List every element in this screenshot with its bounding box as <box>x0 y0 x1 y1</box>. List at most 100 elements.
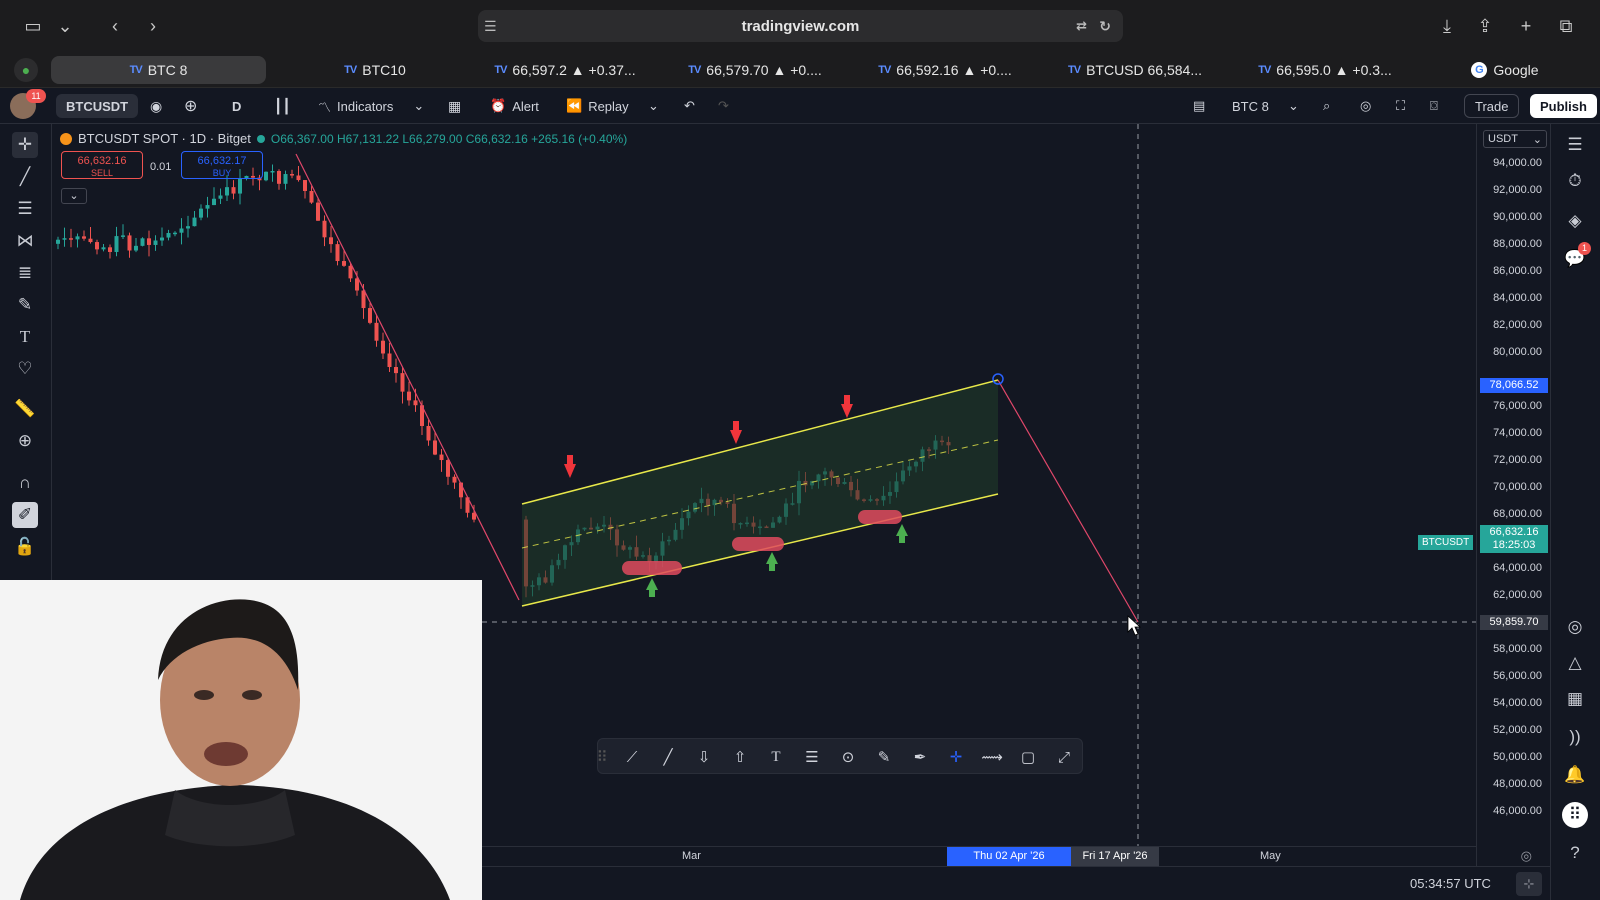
price-tick-label: 58,000.00 <box>1493 643 1542 655</box>
tab-ticker-4[interactable]: TV 66,595.0 ▲ +0.3... <box>1230 56 1420 84</box>
pattern-icon[interactable]: ⋈ <box>12 228 38 254</box>
candle-body <box>238 178 242 194</box>
brush-tool-icon[interactable]: ✎ <box>872 745 896 769</box>
notifications-bell-icon[interactable]: 🔔 <box>1562 762 1588 788</box>
zoom-in-icon[interactable]: ⊕ <box>12 428 38 454</box>
layout-name[interactable]: BTC 8 <box>1232 94 1269 118</box>
download-icon[interactable]: ⤓ <box>1434 13 1460 39</box>
quick-search-icon[interactable]: ⌕ <box>1323 94 1330 118</box>
redo-icon[interactable]: ↷ <box>718 94 729 118</box>
prediction-icon[interactable]: ≣ <box>12 260 38 286</box>
parallel-channel-tool-icon[interactable]: ☰ <box>800 745 824 769</box>
target-icon[interactable]: ◎ <box>1562 614 1588 640</box>
tab-overview-icon[interactable]: ⧉ <box>1553 13 1579 39</box>
apps-grid-icon[interactable]: ⠿ <box>1562 802 1588 828</box>
tab-ticker-1[interactable]: TV 66,597.2 ▲ +0.37... <box>470 56 660 84</box>
price-scale[interactable]: USDT ⌄ 94,000.00 92,000.00 90,000.00 88,000.… <box>1476 124 1550 866</box>
back-icon[interactable]: ‹ <box>102 13 128 39</box>
ellipse-tool-icon[interactable]: ⊙ <box>836 745 860 769</box>
brush-icon[interactable]: ✎ <box>12 292 38 318</box>
trend-line-tool-icon[interactable]: ⟋ <box>620 745 644 769</box>
lock-icon[interactable]: 🔓 <box>12 534 38 560</box>
stream-icon[interactable]: )) <box>1562 724 1588 750</box>
tab-ticker-2[interactable]: TV 66,579.70 ▲ +0.... <box>660 56 850 84</box>
tab-ticker-3[interactable]: TV 66,592.16 ▲ +0.... <box>850 56 1040 84</box>
path-tool-icon[interactable]: ⟿ <box>980 745 1004 769</box>
time-scale[interactable]: Mar Thu 02 Apr '26 Fri 17 Apr '26 May ◎ <box>472 846 1532 866</box>
arrow-down-tool-icon[interactable]: ⇩ <box>692 745 716 769</box>
publish-button[interactable]: Publish <box>1530 94 1597 118</box>
fib-retracement-icon[interactable]: ☰ <box>12 196 38 222</box>
chevron-down-icon[interactable]: ⌄ <box>413 98 424 114</box>
fullscreen-icon[interactable]: ⛶ <box>1396 94 1405 118</box>
sell-button[interactable]: 66,632.16 SELL <box>61 151 143 179</box>
channel-fill <box>522 380 998 606</box>
chevron-down-icon[interactable]: ⌄ <box>648 94 659 118</box>
snapshot-camera-icon[interactable]: ⌼ <box>1430 94 1438 118</box>
forward-icon[interactable]: › <box>140 13 166 39</box>
symbol-price-tag: BTCUSDT <box>1418 535 1474 550</box>
drag-handle-icon[interactable]: ⠿ <box>596 745 608 769</box>
compare-symbol-icon[interactable]: ⊕ <box>184 94 197 118</box>
url-text: tradingview.com <box>741 17 860 35</box>
crosshair-tool-icon[interactable]: ✛ <box>944 745 968 769</box>
page-menu-icon[interactable]: ☰ <box>484 18 497 35</box>
chevron-down-icon[interactable]: ⌄ <box>1288 94 1299 118</box>
magnet-icon[interactable]: ∩ <box>12 470 38 496</box>
tab-btc10[interactable]: TV BTC10 <box>280 56 470 84</box>
measure-tool-icon[interactable]: ⤢ <box>1052 745 1076 769</box>
arrow-up-tool-icon[interactable]: ⇧ <box>728 745 752 769</box>
interval-button[interactable]: D <box>232 94 241 118</box>
watchlist-icon[interactable]: ☰ <box>1562 132 1588 158</box>
market-status-icon <box>256 134 265 143</box>
price-tick-label: 86,000.00 <box>1493 265 1542 277</box>
stay-in-drawing-mode-icon[interactable]: ✐ <box>12 502 38 528</box>
translate-icon[interactable]: ⇄ <box>1076 18 1087 34</box>
calendar-icon[interactable]: ▦ <box>1562 686 1588 712</box>
sidebar-toggle-icon[interactable]: ▭ <box>20 13 46 39</box>
layers-icon[interactable]: ◈ <box>1562 208 1588 234</box>
help-icon[interactable]: ? <box>1562 840 1588 866</box>
reload-icon[interactable]: ↻ <box>1099 18 1111 35</box>
legend-title[interactable]: BTCUSDT SPOT · 1D · Bitget <box>78 131 251 146</box>
replay-button[interactable]: ⏪ Replay <box>566 94 629 118</box>
ideas-icon[interactable]: △ <box>1562 650 1588 676</box>
symbol-search-button[interactable]: BTCUSDT <box>56 94 139 118</box>
text-tool-icon[interactable]: T <box>764 745 788 769</box>
status-bar: 05:34:57 UTC ⊹ <box>472 866 1550 900</box>
ruler-icon[interactable]: 📏 <box>12 396 38 422</box>
address-bar[interactable]: ☰ tradingview.com ⇄ ↻ <box>478 10 1123 42</box>
currency-select[interactable]: USDT ⌄ <box>1483 130 1547 148</box>
utc-clock[interactable]: 05:34:57 UTC <box>1410 876 1491 891</box>
candle-type-icon[interactable]: ┃┃ <box>274 94 291 118</box>
undo-icon[interactable]: ↶ <box>684 94 695 118</box>
templates-icon[interactable]: ▦ <box>448 94 461 118</box>
tab-btcusd[interactable]: TV BTCUSD 66,584... <box>1040 56 1230 84</box>
alert-button[interactable]: ⏰ Alert <box>490 94 539 118</box>
trend-line-icon[interactable]: ╱ <box>12 164 38 190</box>
crosshair-toggle-icon[interactable]: ⊹ <box>1516 872 1542 896</box>
pen-tool-icon[interactable]: ✒ <box>908 745 932 769</box>
crosshair-price-label: 59,859.70 <box>1480 615 1548 630</box>
alerts-clock-icon[interactable]: ⏱ <box>1562 168 1588 194</box>
heart-icon[interactable]: ♡ <box>12 356 38 382</box>
settings-eye-icon[interactable]: ◎ <box>1360 94 1371 118</box>
indicators-button[interactable]: 〽 Indicators ⌄ <box>318 94 424 118</box>
chevron-down-icon[interactable]: ⌄ <box>52 13 78 39</box>
symbol-type-icon[interactable]: ◉ <box>150 94 162 118</box>
legend-collapse-chevron-icon[interactable]: ⌄ <box>61 188 87 204</box>
trade-button[interactable]: Trade <box>1464 94 1520 118</box>
rectangle-tool-icon[interactable]: ▢ <box>1016 745 1040 769</box>
crosshair-icon[interactable]: ✛ <box>12 132 38 158</box>
new-tab-icon[interactable]: + <box>1513 13 1539 39</box>
text-icon[interactable]: T <box>12 324 38 350</box>
buy-button[interactable]: 66,632.17 BUY <box>181 151 263 179</box>
timezone-settings-icon[interactable]: ◎ <box>1521 848 1532 864</box>
share-icon[interactable]: ⇪ <box>1472 13 1498 39</box>
candle-body <box>140 238 145 246</box>
tab-google[interactable]: G Google <box>1430 56 1580 84</box>
location-icon[interactable]: ● <box>14 58 38 82</box>
ray-tool-icon[interactable]: ╱ <box>656 745 680 769</box>
layout-icon[interactable]: ▤ <box>1193 94 1205 118</box>
tab-btc8[interactable]: TV BTC 8 <box>51 56 266 84</box>
